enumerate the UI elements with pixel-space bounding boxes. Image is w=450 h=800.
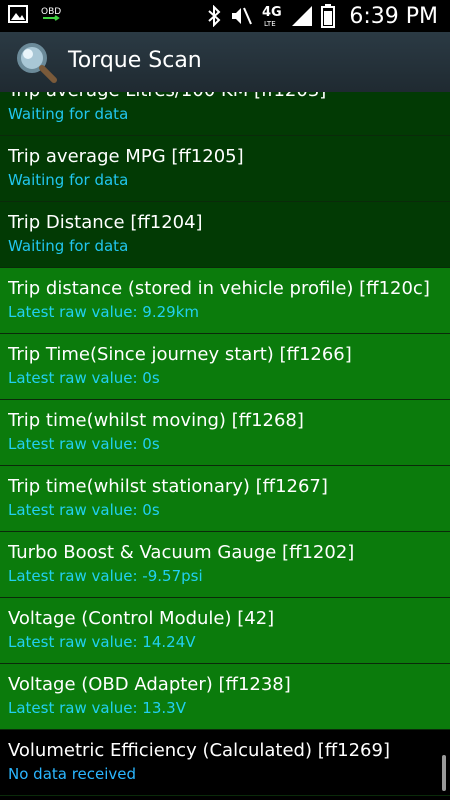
list-item-title: Trip time(whilst moving) [ff1268] <box>8 410 304 431</box>
mute-icon <box>229 5 253 27</box>
list-item[interactable]: Volumetric Efficiency (Calculated) [ff12… <box>0 730 450 796</box>
list-item-status: Waiting for data <box>8 237 129 255</box>
list-item[interactable]: Voltage (OBD Adapter) [ff1238] Latest raw… <box>0 664 450 730</box>
magnifier-icon[interactable] <box>12 38 60 86</box>
list-item-title: Trip Distance [ff1204] <box>8 212 203 233</box>
list-item-title: Voltage (OBD Adapter) [ff1238] <box>8 674 291 695</box>
scrollbar[interactable] <box>442 755 446 791</box>
list-item-status: Latest raw value: 14.24V <box>8 633 196 651</box>
status-bar: OBD 4G LTE 6:39 PM <box>0 0 450 32</box>
action-bar: Torque Scan <box>0 32 450 93</box>
app-title: Torque Scan <box>68 48 202 73</box>
list-item[interactable]: Trip time(whilst stationary) [ff1267] Lat… <box>0 466 450 532</box>
list-item-title: Trip average Litres/100 KM [ff1203] <box>8 92 442 101</box>
list-item-title: Voltage (Control Module) [42] <box>8 608 275 629</box>
bluetooth-icon <box>207 5 221 27</box>
battery-icon <box>321 4 336 28</box>
list-item-title: Trip time(whilst stationary) [ff1267] <box>8 476 328 497</box>
list-item-status: Latest raw value: 0s <box>8 369 160 387</box>
list-item[interactable]: Trip distance (stored in vehicle profile… <box>0 268 450 334</box>
list-item-title: Trip distance (stored in vehicle profile… <box>8 278 430 299</box>
list-item[interactable]: Trip time(whilst moving) [ff1268] Latest … <box>0 400 450 466</box>
sensor-list[interactable]: Trip average Litres/100 KM [ff1203] Waiti… <box>0 92 450 800</box>
list-item-status: Latest raw value: -9.57psi <box>8 567 203 585</box>
list-item-title: Turbo Boost & Vacuum Gauge [ff1202] <box>8 542 355 563</box>
list-item[interactable]: Voltage (Control Module) [42] Latest raw … <box>0 598 450 664</box>
list-item-status: Latest raw value: 0s <box>8 501 160 519</box>
obd-label: OBD <box>41 7 61 17</box>
list-item[interactable]: Trip average MPG [ff1205] Waiting for dat… <box>0 136 450 202</box>
list-item[interactable]: Trip Time(Since journey start) [ff1266] L… <box>0 334 450 400</box>
list-item-status: Waiting for data <box>8 105 129 123</box>
clock: 6:39 PM <box>349 3 438 29</box>
list-item-title: Trip average MPG [ff1205] <box>8 146 244 167</box>
list-item-status: Waiting for data <box>8 171 129 189</box>
list-item-status: Latest raw value: 13.3V <box>8 699 186 717</box>
list-item[interactable]: Turbo Boost & Vacuum Gauge [ff1202] Lates… <box>0 532 450 598</box>
signal-icon <box>291 5 313 27</box>
network-label: 4G <box>262 5 282 20</box>
obd-icon: OBD <box>40 5 62 23</box>
list-item-status: No data received <box>8 765 137 783</box>
list-item[interactable]: Trip Distance [ff1204] Waiting for data <box>0 202 450 268</box>
gallery-icon <box>8 5 28 23</box>
list-item[interactable]: Trip average Litres/100 KM [ff1203] Waiti… <box>0 92 450 136</box>
list-item-title: Trip Time(Since journey start) [ff1266] <box>8 344 352 365</box>
network-sub-label: LTE <box>264 20 276 28</box>
list-item-title: Volumetric Efficiency (Calculated) [ff12… <box>8 740 390 761</box>
list-item-status: Latest raw value: 0s <box>8 435 160 453</box>
list-item-status: Latest raw value: 9.29km <box>8 303 200 321</box>
lte-icon: 4G LTE <box>261 3 283 29</box>
